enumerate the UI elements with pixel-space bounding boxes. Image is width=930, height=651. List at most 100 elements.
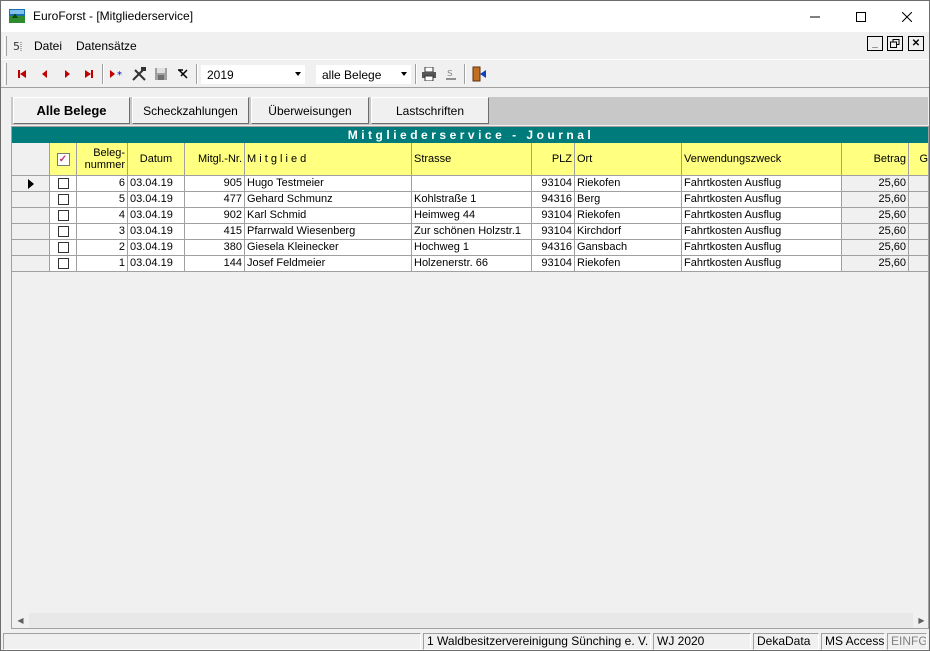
new-record-button[interactable]: * xyxy=(108,65,126,83)
row-checkbox[interactable] xyxy=(57,194,69,205)
close-button[interactable] xyxy=(884,1,929,32)
cell-ort[interactable]: Riekofen xyxy=(575,176,682,192)
cell-extra[interactable] xyxy=(909,176,928,192)
cell-mitglied[interactable]: Giesela Kleinecker xyxy=(245,240,412,256)
cell-plz[interactable]: 94316 xyxy=(532,192,575,208)
row-indicator[interactable] xyxy=(12,208,50,224)
tab-alle-belege[interactable]: Alle Belege xyxy=(13,97,130,124)
mdi-child-icon[interactable]: 5 xyxy=(13,38,27,54)
row-checkbox[interactable] xyxy=(57,242,69,253)
checkmark-icon[interactable]: ✓ xyxy=(56,152,70,166)
year-combo[interactable]: 2019 xyxy=(201,65,305,84)
last-record-button[interactable] xyxy=(80,65,98,83)
cell-plz[interactable]: 93104 xyxy=(532,256,575,272)
title-bar[interactable]: EuroForst - [Mitgliederservice] xyxy=(1,1,929,32)
col-header-betrag[interactable]: Betrag xyxy=(842,143,909,176)
row-indicator[interactable] xyxy=(12,176,50,192)
cell-strasse[interactable]: Zur schönen Holzstr.1 xyxy=(412,224,532,240)
chevron-down-icon[interactable] xyxy=(295,72,301,76)
col-header-plz[interactable]: PLZ xyxy=(532,143,575,176)
exit-button[interactable] xyxy=(470,65,488,83)
menu-datensaetze[interactable]: Datensätze xyxy=(76,39,137,53)
maximize-button[interactable] xyxy=(838,1,883,32)
cell-verwendungszweck[interactable]: Fahrtkosten Ausflug xyxy=(682,192,842,208)
cell-mitglied[interactable]: Gehard Schmunz xyxy=(245,192,412,208)
table-row[interactable]: 5 03.04.19 477 Gehard Schmunz Kohlstraße 1 94… xyxy=(12,192,928,208)
cell-verwendungszweck[interactable]: Fahrtkosten Ausflug xyxy=(682,208,842,224)
filter-combo[interactable]: alle Belege xyxy=(316,65,411,84)
cell-belegnummer[interactable]: 3 xyxy=(77,224,128,240)
cell-belegnummer[interactable]: 5 xyxy=(77,192,128,208)
cell-betrag[interactable]: 25,60 xyxy=(842,224,909,240)
cell-mitglied[interactable]: Pfarrwald Wiesenberg xyxy=(245,224,412,240)
cell-ort[interactable]: Berg xyxy=(575,192,682,208)
minimize-button[interactable] xyxy=(792,1,837,32)
cell-betrag[interactable]: 25,60 xyxy=(842,208,909,224)
row-indicator[interactable] xyxy=(12,224,50,240)
cell-betrag[interactable]: 25,60 xyxy=(842,176,909,192)
row-indicator[interactable] xyxy=(12,192,50,208)
cell-ort[interactable]: Riekofen xyxy=(575,256,682,272)
col-header-mitgl-nr[interactable]: Mitgl.-Nr. xyxy=(185,143,245,176)
cell-mitgl-nr[interactable]: 415 xyxy=(185,224,245,240)
row-checkbox-cell[interactable] xyxy=(50,192,77,208)
cell-belegnummer[interactable]: 4 xyxy=(77,208,128,224)
cell-betrag[interactable]: 25,60 xyxy=(842,256,909,272)
next-record-button[interactable] xyxy=(58,65,76,83)
col-header-ort[interactable]: Ort xyxy=(575,143,682,176)
cell-verwendungszweck[interactable]: Fahrtkosten Ausflug xyxy=(682,256,842,272)
row-checkbox-cell[interactable] xyxy=(50,176,77,192)
cell-plz[interactable]: 93104 xyxy=(532,224,575,240)
cell-strasse[interactable] xyxy=(412,176,532,192)
cell-mitgl-nr[interactable]: 477 xyxy=(185,192,245,208)
cell-mitgl-nr[interactable]: 144 xyxy=(185,256,245,272)
scroll-left-button[interactable]: ◀ xyxy=(12,612,29,628)
cell-datum[interactable]: 03.04.19 xyxy=(128,240,185,256)
tools-button[interactable] xyxy=(130,65,148,83)
col-header-mitglied[interactable]: M i t g l i e d xyxy=(245,143,412,176)
cell-mitglied[interactable]: Karl Schmid xyxy=(245,208,412,224)
table-row[interactable]: 4 03.04.19 902 Karl Schmid Heimweg 44 93104 Ri… xyxy=(12,208,928,224)
print-button[interactable] xyxy=(420,65,438,83)
cell-strasse[interactable]: Hochweg 1 xyxy=(412,240,532,256)
row-checkbox-cell[interactable] xyxy=(50,240,77,256)
cell-betrag[interactable]: 25,60 xyxy=(842,192,909,208)
tab-ueberweisungen[interactable]: Überweisungen xyxy=(251,97,369,124)
cell-datum[interactable]: 03.04.19 xyxy=(128,256,185,272)
cell-plz[interactable]: 93104 xyxy=(532,208,575,224)
cell-mitgl-nr[interactable]: 380 xyxy=(185,240,245,256)
cell-ort[interactable]: Riekofen xyxy=(575,208,682,224)
cell-mitgl-nr[interactable]: 902 xyxy=(185,208,245,224)
cell-extra[interactable] xyxy=(909,224,928,240)
row-checkbox-cell[interactable] xyxy=(50,224,77,240)
cell-extra[interactable] xyxy=(909,240,928,256)
table-row[interactable]: 1 03.04.19 144 Josef Feldmeier Holzenerstr. … xyxy=(12,256,928,272)
cell-datum[interactable]: 03.04.19 xyxy=(128,224,185,240)
currency-button[interactable]: s xyxy=(442,65,460,83)
tab-lastschriften[interactable]: Lastschriften xyxy=(371,97,489,124)
table-row[interactable]: 2 03.04.19 380 Giesela Kleinecker Hochweg 19… xyxy=(12,240,928,256)
cell-mitglied[interactable]: Josef Feldmeier xyxy=(245,256,412,272)
first-record-button[interactable] xyxy=(13,65,31,83)
scroll-right-button[interactable]: ▶ xyxy=(913,612,928,628)
mdi-close-button[interactable]: ✕ xyxy=(908,36,924,51)
cell-ort[interactable]: Gansbach xyxy=(575,240,682,256)
cell-strasse[interactable]: Kohlstraße 1 xyxy=(412,192,532,208)
previous-record-button[interactable] xyxy=(36,65,54,83)
col-header-extra[interactable]: G xyxy=(909,143,928,176)
mdi-minimize-button[interactable]: _ xyxy=(867,36,883,51)
cell-strasse[interactable]: Heimweg 44 xyxy=(412,208,532,224)
select-all-header[interactable]: ✓ xyxy=(50,143,77,176)
cell-mitglied[interactable]: Hugo Testmeier xyxy=(245,176,412,192)
cell-datum[interactable]: 03.04.19 xyxy=(128,192,185,208)
cell-datum[interactable]: 03.04.19 xyxy=(128,176,185,192)
horizontal-scrollbar[interactable]: ◀ ▶ xyxy=(12,612,928,628)
cell-ort[interactable]: Kirchdorf xyxy=(575,224,682,240)
cell-strasse[interactable]: Holzenerstr. 66 xyxy=(412,256,532,272)
table-row[interactable]: 6 03.04.19 905 Hugo Testmeier 93104 Riekofen F… xyxy=(12,176,928,192)
cell-belegnummer[interactable]: 2 xyxy=(77,240,128,256)
row-checkbox[interactable] xyxy=(57,210,69,221)
col-header-verwendungszweck[interactable]: Verwendungszweck xyxy=(682,143,842,176)
cell-verwendungszweck[interactable]: Fahrtkosten Ausflug xyxy=(682,240,842,256)
row-indicator[interactable] xyxy=(12,256,50,272)
